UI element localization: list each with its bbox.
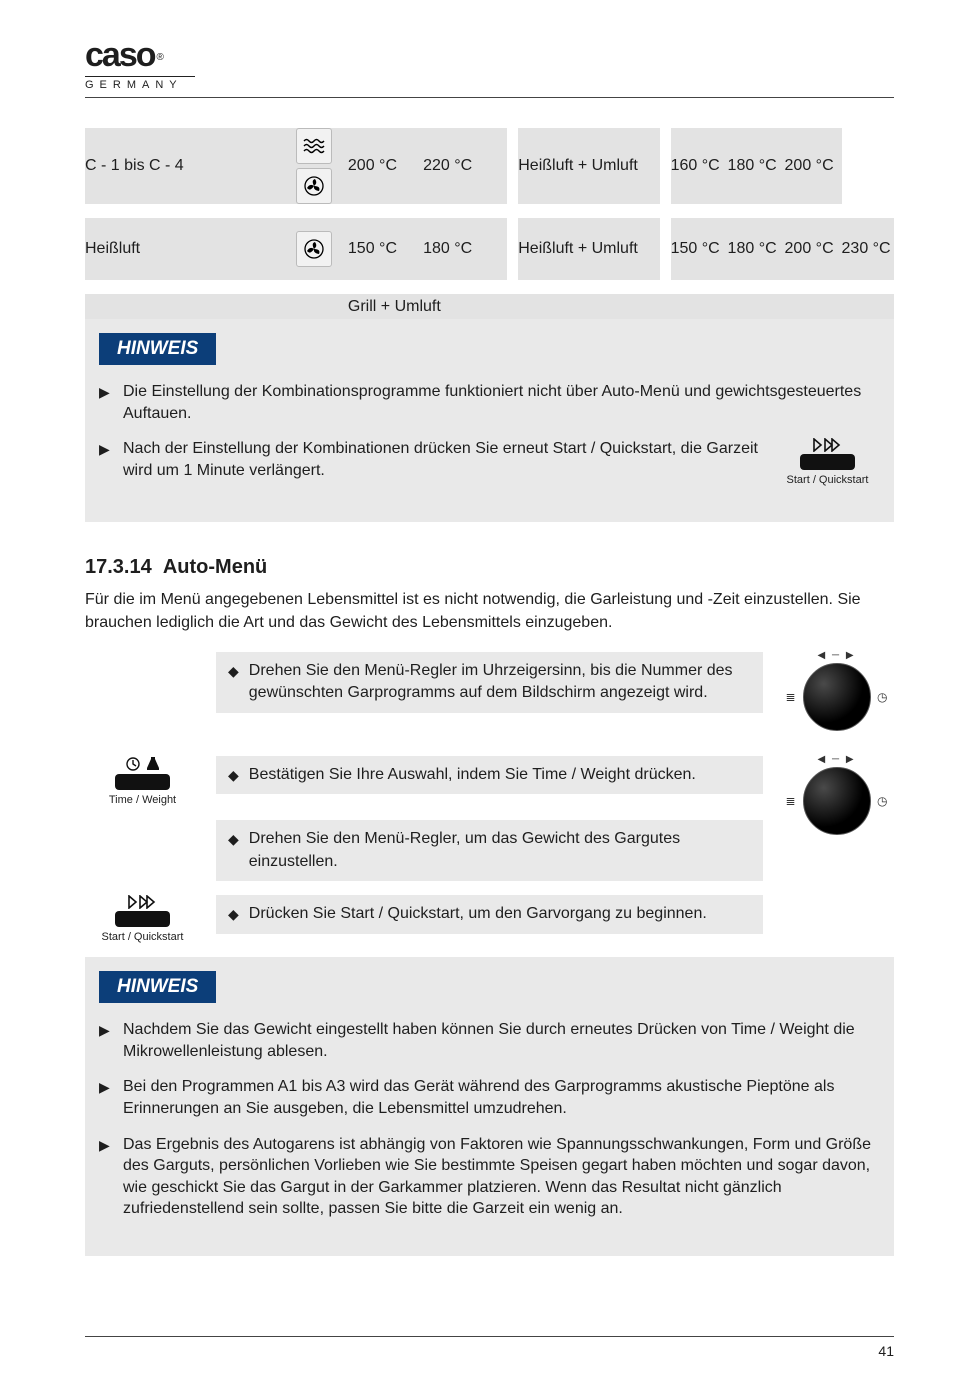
diamond-bullet-icon: ◆ [228,663,239,680]
mode-row-label: C - 1 bis C - 4 [85,128,281,211]
section-intro: Für die im Menü angegebenen Lebensmittel… [85,589,894,634]
step-instruction: ◆ Bestätigen Sie Ihre Auswahl, indem Sie… [216,756,763,794]
triangle-bullet-icon: ▶ [99,441,113,458]
temp-cell: 180 °C [728,128,785,211]
triangle-bullet-icon: ▶ [99,1022,113,1039]
header-rule [85,97,894,98]
temp-cell: 200 °C [348,128,423,211]
temp-cell: 180 °C [423,211,507,287]
play-forward-icon [95,895,190,909]
button-graphic [800,454,855,470]
notice-text: Nach der Einstellung der Kombinationen d… [123,438,770,481]
mode-row-icons [281,128,348,211]
step-text: Bestätigen Sie Ihre Auswahl, indem Sie T… [249,764,696,786]
button-caption: Start / Quickstart [95,931,190,943]
menu-list-icon: ≣ [786,794,796,808]
step-instruction: ◆ Drücken Sie Start / Quickstart, um den… [216,895,763,933]
temp-cell: 200 °C [785,128,842,211]
clock-small-icon: ◷ [877,794,887,808]
notice-badge: HINWEIS [99,971,216,1003]
mode-desc: Heißluft + Umluft [518,128,659,211]
temp-cell: 180 °C [728,211,785,287]
notice-text: Bei den Programmen A1 bis A3 wird das Ge… [123,1076,880,1119]
play-forward-icon [780,438,875,452]
menu-list-icon: ≣ [786,690,796,704]
brand-subtitle: GERMANY [85,79,894,91]
step-text: Drehen Sie den Menü-Regler, um das Gewic… [249,828,751,873]
temp-cell: 150 °C [348,211,423,287]
temp-cell: 150 °C [671,211,728,287]
brand-divider [85,76,195,77]
footer-rule [85,1336,894,1337]
dial-arrows-icon: ◀ ─ ▶ [817,650,855,661]
start-quickstart-illustration: Start / Quickstart [95,895,190,943]
mode-desc: Heißluft + Umluft [518,211,659,287]
mode-row-icons [281,211,348,287]
notice-text: Nachdem Sie das Gewicht eingestellt habe… [123,1019,880,1062]
page-footer: 41 [85,1336,894,1359]
button-graphic [115,774,170,790]
notice-text: Das Ergebnis des Autogarens ist abhängig… [123,1134,880,1220]
notice-panel: HINWEIS ▶ Die Einstellung der Kombinatio… [85,319,894,522]
diamond-bullet-icon: ◆ [228,906,239,923]
temp-cell: 220 °C [423,128,507,211]
start-quickstart-illustration: Start / Quickstart [780,438,880,486]
diamond-bullet-icon: ◆ [228,831,239,848]
clock-weight-icon [95,756,190,772]
brand-logo: caso® GERMANY [85,38,894,91]
brand-trademark: ® [157,52,164,63]
temp-cell: 230 °C [842,211,894,287]
mode-desc: Grill + Umluft [348,287,894,319]
notice-text: Die Einstellung der Kombinationsprogramm… [123,381,880,424]
step-text: Drehen Sie den Menü-Regler im Uhrzeigers… [249,660,751,705]
step-instruction: ◆ Drehen Sie den Menü-Regler im Uhrzeige… [216,652,763,713]
triangle-bullet-icon: ▶ [99,1137,113,1154]
menu-dial-illustration: ◀ ─ ▶ ≣ ◷ [792,756,882,846]
mode-temperature-table: C - 1 bis C - 4 200 °C 220 °C Heißluft +… [85,128,894,319]
button-caption: Time / Weight [95,794,190,806]
triangle-bullet-icon: ▶ [99,1079,113,1096]
section-heading: 17.3.14 Auto-Menü [85,556,894,579]
notice-panel: HINWEIS ▶ Nachdem Sie das Gewicht einges… [85,957,894,1256]
step-text: Drücken Sie Start / Quickstart, um den G… [249,903,707,925]
mode-row-label: Heißluft [85,211,281,287]
button-graphic [115,911,170,927]
step-instruction: ◆ Drehen Sie den Menü-Regler, um das Gew… [216,820,763,881]
dial-arrows-icon: ◀ ─ ▶ [817,754,855,765]
time-weight-illustration: Time / Weight [95,756,190,806]
clock-small-icon: ◷ [877,690,887,704]
fan-icon [296,168,332,204]
convection-icon [296,128,332,164]
fan-icon [296,231,332,267]
temp-cell: 160 °C [671,128,728,211]
triangle-bullet-icon: ▶ [99,384,113,401]
button-caption: Start / Quickstart [780,474,875,486]
notice-badge: HINWEIS [99,333,216,365]
brand-name: caso [85,36,155,74]
mode-row-label [85,287,281,319]
diamond-bullet-icon: ◆ [228,767,239,784]
page-number: 41 [85,1343,894,1359]
temp-cell: 200 °C [785,211,842,287]
menu-dial-illustration: ◀ ─ ▶ ≣ ◷ [792,652,882,742]
